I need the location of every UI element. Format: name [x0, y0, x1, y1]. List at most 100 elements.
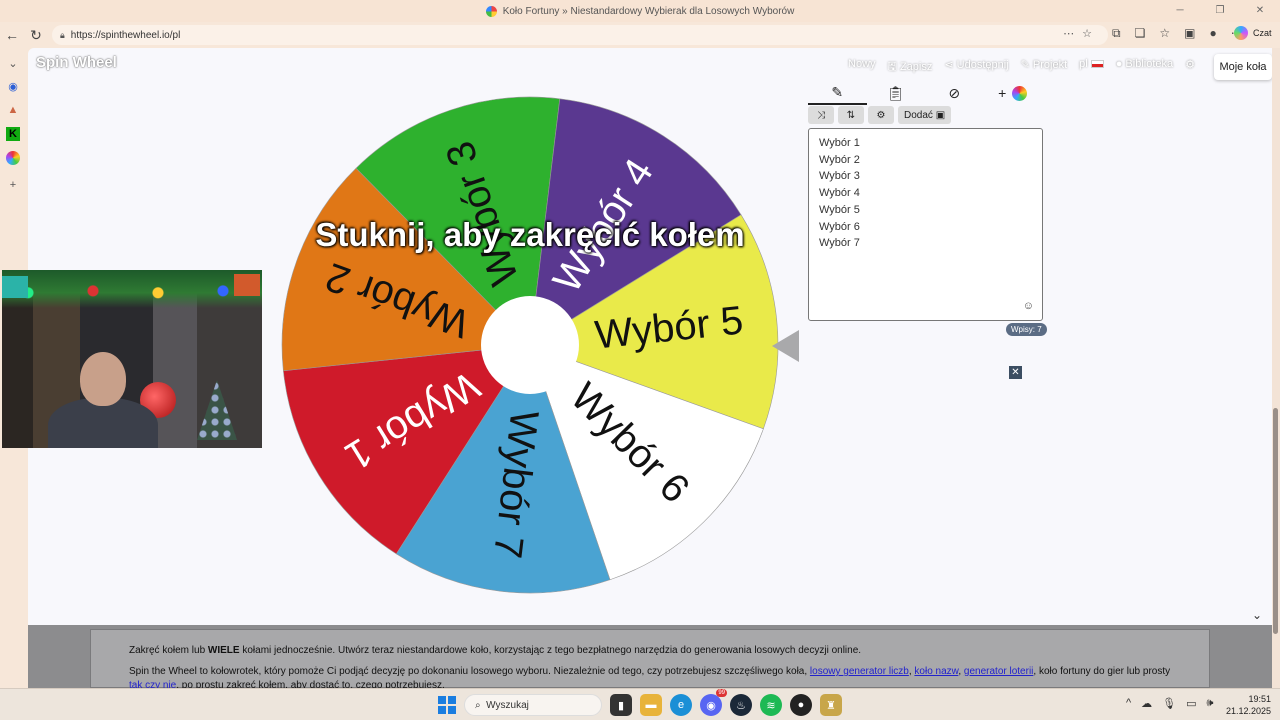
- extensions-icon[interactable]: ⧉: [1112, 26, 1121, 41]
- edge-icon[interactable]: e: [670, 694, 692, 716]
- entry-item[interactable]: Wybór 3: [819, 168, 1032, 185]
- tab-results[interactable]: 📋︎: [867, 81, 926, 105]
- footer-bold: WIELE: [207, 645, 240, 656]
- spotify-icon[interactable]: ≋: [760, 694, 782, 716]
- address-bar-icons[interactable]: ⋯☆: [1063, 27, 1100, 40]
- entry-item[interactable]: Wybór 5: [819, 202, 1032, 219]
- taskbar-apps: ⌕ Wyszukaj ▮ ▬ e ◉ 99 ♨ ≋ ● ♜: [438, 689, 842, 716]
- close-ad-icon[interactable]: ✕: [1009, 366, 1022, 379]
- chevron-up-icon[interactable]: ^: [1126, 697, 1131, 710]
- color-wheel-icon: [1012, 85, 1028, 101]
- wallet-icon[interactable]: ▣: [1184, 26, 1195, 41]
- emoji-icon[interactable]: ☺: [1023, 300, 1034, 312]
- taskbar-search[interactable]: ⌕ Wyszukaj: [464, 694, 602, 716]
- footer-text: , koło fortuny do gier lub prosty: [1033, 666, 1171, 677]
- gear-icon: ⚙: [876, 109, 886, 121]
- windows-start-icon[interactable]: [438, 696, 456, 714]
- link-random-number-generator[interactable]: losowy generator liczb: [810, 666, 909, 677]
- nav-new[interactable]: Nowy: [848, 58, 876, 77]
- gift-box-icon: [234, 274, 260, 296]
- nav-design[interactable]: ✎ Projekt: [1021, 58, 1068, 77]
- clock-time: 19:51: [1248, 694, 1272, 704]
- entries-textarea[interactable]: Wybór 1 Wybór 2 Wybór 3 Wybór 4 Wybór 5 Wybór…: [808, 128, 1043, 321]
- nav-language[interactable]: pl: [1079, 58, 1104, 77]
- tab-add-wheel[interactable]: +: [984, 81, 1043, 105]
- steam-icon[interactable]: ♨: [730, 694, 752, 716]
- sort-button[interactable]: ⇅: [838, 106, 864, 124]
- polish-flag-icon: [1090, 60, 1104, 69]
- minimize-icon[interactable]: ─: [1160, 0, 1200, 22]
- maximize-icon[interactable]: ❐: [1200, 0, 1240, 22]
- eye-off-icon: ⊘: [948, 84, 961, 101]
- footer-description: Zakręć kołem lub WIELE kołami jednocześn…: [90, 629, 1210, 691]
- nav-library[interactable]: ● Biblioteka: [1116, 58, 1173, 77]
- chevron-down-icon[interactable]: ⌄: [1252, 608, 1262, 622]
- tab-icon-spinwheel[interactable]: [6, 151, 20, 165]
- my-wheels-button[interactable]: Moje koła: [1214, 54, 1272, 80]
- editor-tools: ⤨ ⇅ ⚙ Dodać ▣: [808, 106, 952, 124]
- tab-hidden[interactable]: ⊘: [925, 81, 984, 105]
- christmas-garland: [2, 270, 262, 308]
- taskbar-clock[interactable]: 19:51 21.12.2025: [1226, 693, 1271, 717]
- file-explorer-icon[interactable]: ▬: [640, 694, 662, 716]
- cloud-icon[interactable]: ☁: [1141, 697, 1152, 710]
- entry-item[interactable]: Wybór 1: [819, 135, 1032, 152]
- nav-save[interactable]: 🖫 Zapisz: [888, 58, 933, 77]
- collections-icon[interactable]: ❏: [1135, 26, 1146, 41]
- link-name-wheel[interactable]: koło nazw: [914, 666, 958, 677]
- tab-edit[interactable]: ✎: [808, 81, 867, 105]
- microphone-icon[interactable]: 🎙︎: [1162, 697, 1176, 710]
- site-favicon-icon: [485, 5, 497, 17]
- nav-library-label: Biblioteka: [1125, 58, 1174, 70]
- close-window-icon[interactable]: ✕: [1240, 0, 1280, 22]
- tab-icon-flame[interactable]: ▲: [6, 103, 20, 117]
- link-lottery-generator[interactable]: generator loterii: [964, 666, 1033, 677]
- url-text: https://spinthewheel.io/pl: [70, 29, 181, 41]
- game-icon[interactable]: ♜: [820, 694, 842, 716]
- clipboard-icon: 📋︎: [886, 84, 905, 101]
- obs-icon[interactable]: ●: [790, 694, 812, 716]
- window-title: Koło Fortuny » Niestandardowy Wybierak d…: [502, 5, 795, 17]
- entry-list: Wybór 1 Wybór 2 Wybór 3 Wybór 4 Wybór 5 Wybór…: [819, 135, 1032, 252]
- christmas-tree-decoration: [197, 380, 237, 440]
- search-placeholder: Wyszukaj: [486, 699, 529, 711]
- favorites-icon[interactable]: ☆: [1159, 26, 1170, 41]
- task-view-icon[interactable]: ▮: [610, 694, 632, 716]
- entries-count-badge: Wpisy: 7: [1006, 323, 1047, 336]
- spin-hint[interactable]: Stuknij, aby zakręcić kołem: [282, 216, 778, 254]
- new-tab-icon[interactable]: +: [6, 178, 20, 192]
- entry-item[interactable]: Wybór 7: [819, 235, 1032, 252]
- streamer-head: [80, 352, 126, 406]
- display-icon[interactable]: ▭: [1186, 697, 1196, 710]
- sort-icon: ⇅: [846, 109, 856, 121]
- copilot-icon: [1234, 26, 1248, 40]
- entry-item[interactable]: Wybór 4: [819, 185, 1032, 202]
- add-image-label: Dodać: [904, 109, 933, 121]
- nav-share-label: Udostępnij: [956, 59, 1009, 71]
- discord-badge: 99: [716, 689, 727, 697]
- profile-icon[interactable]: ●: [1209, 26, 1216, 41]
- editor-tabs: ✎ 📋︎ ⊘ +: [808, 81, 1042, 105]
- footer-text: kołami jednocześnie. Utwórz teraz niesta…: [239, 645, 862, 656]
- shuffle-button[interactable]: ⤨: [808, 106, 834, 124]
- copilot-label: Czat: [1253, 28, 1272, 38]
- system-tray: ^ ☁ 🎙︎ ▭ 🕪︎: [1126, 697, 1213, 710]
- reload-icon[interactable]: ↻: [24, 27, 48, 44]
- entry-item[interactable]: Wybór 2: [819, 152, 1032, 169]
- window-titlebar: Koło Fortuny » Niestandardowy Wybierak d…: [0, 0, 1280, 22]
- tab-icon-kick[interactable]: K: [6, 127, 20, 141]
- entry-item[interactable]: Wybór 6: [819, 219, 1032, 236]
- add-image-button[interactable]: Dodać ▣: [898, 106, 952, 124]
- tab-icon-blue[interactable]: ◉: [6, 79, 20, 93]
- scrollbar-thumb[interactable]: [1273, 408, 1278, 634]
- volume-icon[interactable]: 🕪︎: [1207, 697, 1214, 710]
- copilot-button[interactable]: Czat: [1234, 26, 1272, 40]
- address-bar[interactable]: 🔒︎ https://spinthewheel.io/pl ⋯☆: [52, 25, 1108, 45]
- nav-share[interactable]: ⋖ Udostępnij: [944, 58, 1008, 77]
- nav-language-label: pl: [1079, 58, 1088, 70]
- settings-button[interactable]: ⚙: [868, 106, 894, 124]
- nav-settings-icon[interactable]: ⚙: [1185, 58, 1195, 77]
- back-icon[interactable]: ←: [0, 27, 24, 43]
- chevron-down-icon[interactable]: ⌄: [6, 56, 20, 70]
- discord-icon[interactable]: ◉ 99: [700, 689, 727, 716]
